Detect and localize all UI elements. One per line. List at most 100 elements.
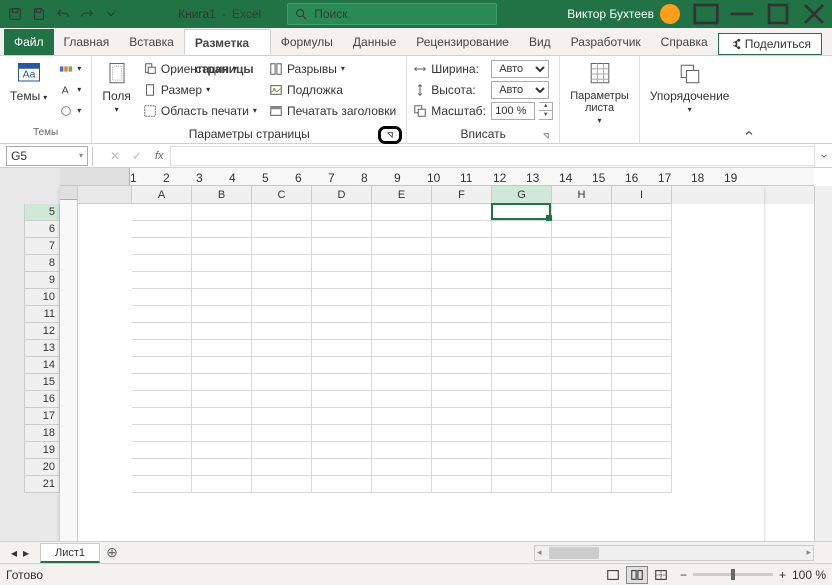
row-header-8[interactable]: 8 — [24, 255, 60, 272]
cell[interactable] — [552, 323, 612, 340]
cell[interactable] — [372, 357, 432, 374]
tab-data[interactable]: Данные — [343, 29, 406, 55]
cell[interactable] — [372, 391, 432, 408]
cell[interactable] — [492, 306, 552, 323]
cell[interactable] — [432, 204, 492, 221]
cell[interactable] — [432, 255, 492, 272]
cell[interactable] — [132, 357, 192, 374]
cell[interactable] — [432, 272, 492, 289]
sheet-options-button[interactable]: Параметры листа▾ — [566, 58, 633, 127]
row-header-10[interactable]: 10 — [24, 289, 60, 306]
cell[interactable] — [312, 442, 372, 459]
cell[interactable] — [552, 221, 612, 238]
cell[interactable] — [192, 255, 252, 272]
col-header-G[interactable]: G — [492, 186, 552, 204]
cell[interactable] — [132, 289, 192, 306]
cell[interactable] — [372, 221, 432, 238]
cell[interactable] — [132, 272, 192, 289]
cell[interactable] — [252, 408, 312, 425]
tab-review[interactable]: Рецензирование — [406, 29, 519, 55]
cell[interactable] — [552, 306, 612, 323]
cell[interactable] — [192, 425, 252, 442]
horizontal-ruler[interactable]: 12345678910111213141516171819 — [60, 168, 814, 186]
row-header-15[interactable]: 15 — [24, 374, 60, 391]
tab-page-layout[interactable]: Разметка страницы — [184, 29, 271, 55]
cell[interactable] — [612, 289, 672, 306]
row-header-11[interactable]: 11 — [24, 306, 60, 323]
cell[interactable] — [312, 306, 372, 323]
orientation-button[interactable]: Ориентация ▾ — [139, 58, 261, 79]
cell[interactable] — [552, 255, 612, 272]
margins-button[interactable]: Поля▾ — [98, 58, 135, 118]
cell[interactable] — [432, 476, 492, 493]
cell[interactable] — [192, 408, 252, 425]
cell[interactable] — [612, 442, 672, 459]
background-button[interactable]: Подложка — [265, 79, 400, 100]
tab-nav[interactable]: ◂▸ — [0, 546, 40, 560]
name-box[interactable]: G5▾ — [6, 146, 88, 166]
minimize-button[interactable] — [724, 0, 760, 28]
qat-dropdown-icon[interactable] — [100, 3, 122, 25]
horizontal-scrollbar[interactable]: ◂▸ — [534, 545, 814, 561]
cell[interactable] — [552, 238, 612, 255]
cell[interactable] — [132, 204, 192, 221]
cell[interactable] — [372, 425, 432, 442]
cell[interactable] — [432, 340, 492, 357]
zoom-out-icon[interactable]: − — [680, 568, 687, 582]
row-header-9[interactable]: 9 — [24, 272, 60, 289]
row-header-16[interactable]: 16 — [24, 391, 60, 408]
tab-file[interactable]: Файл — [4, 29, 54, 55]
cell[interactable] — [552, 459, 612, 476]
cell[interactable] — [312, 391, 372, 408]
height-select[interactable]: Авто — [491, 81, 549, 99]
cell[interactable] — [132, 374, 192, 391]
cell[interactable] — [372, 204, 432, 221]
cell[interactable] — [492, 391, 552, 408]
size-button[interactable]: Размер ▾ — [139, 79, 261, 100]
cell[interactable] — [432, 238, 492, 255]
cell[interactable] — [252, 425, 312, 442]
cell[interactable] — [192, 391, 252, 408]
cell[interactable] — [312, 357, 372, 374]
cell[interactable] — [432, 425, 492, 442]
cell[interactable] — [252, 442, 312, 459]
fonts-button[interactable]: A▾ — [55, 79, 85, 100]
maximize-button[interactable] — [760, 0, 796, 28]
cell[interactable] — [192, 340, 252, 357]
cell[interactable] — [252, 374, 312, 391]
cell[interactable] — [492, 442, 552, 459]
cell[interactable] — [432, 357, 492, 374]
cell[interactable] — [192, 442, 252, 459]
cell[interactable] — [252, 204, 312, 221]
cell[interactable] — [192, 289, 252, 306]
cell[interactable] — [372, 323, 432, 340]
cell[interactable] — [432, 391, 492, 408]
cell[interactable] — [252, 391, 312, 408]
cell[interactable] — [432, 221, 492, 238]
cell[interactable] — [612, 255, 672, 272]
cell[interactable] — [492, 374, 552, 391]
cell[interactable] — [492, 425, 552, 442]
cell[interactable] — [252, 306, 312, 323]
cell[interactable] — [432, 442, 492, 459]
cell[interactable] — [552, 425, 612, 442]
cell[interactable] — [372, 476, 432, 493]
cell[interactable] — [432, 374, 492, 391]
cell[interactable] — [492, 476, 552, 493]
expand-formula-bar-icon[interactable] — [814, 145, 832, 167]
col-header-E[interactable]: E — [372, 186, 432, 204]
cell[interactable] — [432, 408, 492, 425]
column-headers[interactable]: ABCDEFGHI — [78, 186, 814, 204]
cell[interactable] — [252, 221, 312, 238]
cell[interactable] — [132, 306, 192, 323]
formula-bar[interactable] — [170, 146, 814, 166]
cell[interactable] — [552, 289, 612, 306]
row-header-19[interactable]: 19 — [24, 442, 60, 459]
cell[interactable] — [492, 238, 552, 255]
tab-help[interactable]: Справка — [651, 29, 718, 55]
cell[interactable] — [492, 340, 552, 357]
row-headers[interactable]: 56789101112131415161718192021 — [24, 204, 60, 541]
cell[interactable] — [312, 459, 372, 476]
cell[interactable] — [192, 238, 252, 255]
undo-icon[interactable] — [52, 3, 74, 25]
